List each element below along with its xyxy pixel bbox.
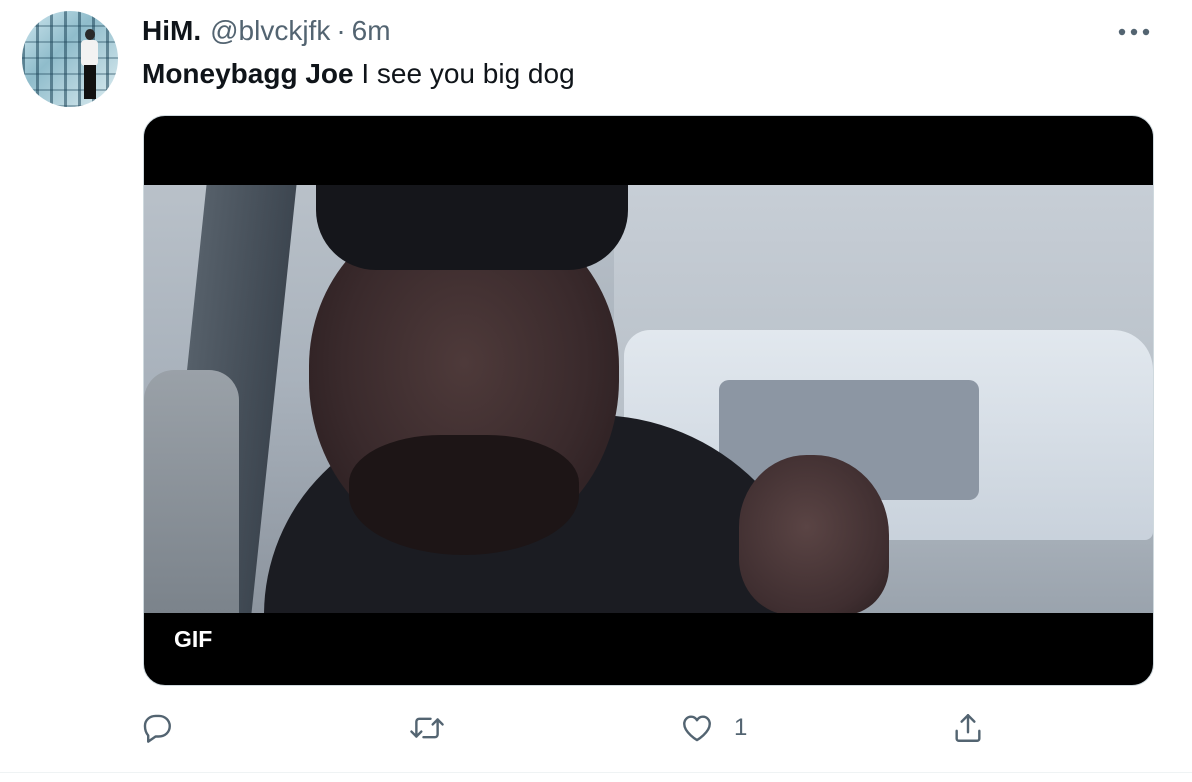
author-handle[interactable]: @blvckjfk: [210, 15, 330, 47]
retweet-button[interactable]: [408, 700, 446, 756]
reply-icon: [143, 714, 171, 743]
like-button[interactable]: 1: [679, 700, 747, 756]
tweet-body-text: I see you big dog: [353, 58, 575, 89]
tweet-timestamp[interactable]: 6m: [352, 15, 391, 47]
avatar-background: [22, 11, 118, 107]
more-icon: [1118, 28, 1150, 36]
author-display-name[interactable]: HiM.: [142, 15, 201, 47]
gif-media[interactable]: GIF: [143, 115, 1154, 686]
tweet[interactable]: HiM. @blvckjfk · 6m Moneybagg Joe I see …: [0, 0, 1192, 782]
avatar[interactable]: [22, 11, 118, 107]
more-options-button[interactable]: [1114, 18, 1154, 46]
heart-icon: [683, 715, 711, 742]
share-icon: [955, 714, 981, 742]
tweet-divider: [0, 772, 1192, 773]
gif-frame: [144, 185, 1153, 613]
separator-dot: ·: [336, 15, 346, 46]
mention-link[interactable]: Moneybagg Joe: [142, 58, 354, 89]
tweet-actions: 1: [0, 700, 1192, 760]
like-count: 1: [734, 714, 748, 741]
avatar-figure: [78, 29, 100, 99]
reply-button[interactable]: [140, 700, 174, 756]
gif-badge: GIF: [162, 619, 225, 659]
retweet-icon: [410, 717, 444, 739]
tweet-text: Moneybagg Joe I see you big dog: [142, 56, 575, 92]
tweet-header: HiM. @blvckjfk · 6m: [142, 14, 391, 48]
share-button[interactable]: [951, 700, 985, 756]
